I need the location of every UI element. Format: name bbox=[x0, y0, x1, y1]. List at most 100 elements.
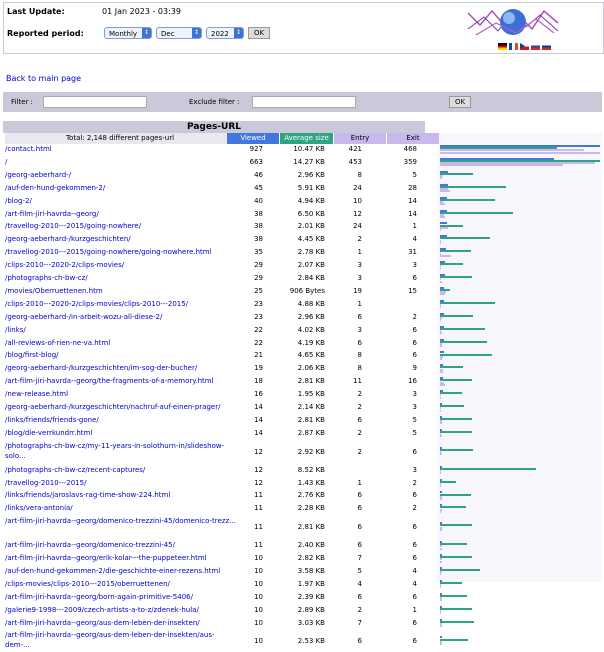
filter-input[interactable] bbox=[43, 96, 147, 108]
back-to-main-link[interactable]: Back to main page bbox=[6, 74, 81, 83]
cell-size: 5.91 KB bbox=[297, 183, 325, 192]
cell-entry: 1 bbox=[357, 299, 362, 308]
page-url-link[interactable]: /georg-aeberhard-/in-arbeit-wozu-all-die… bbox=[5, 312, 237, 323]
cell-viewed: 38 bbox=[254, 209, 263, 218]
cell-size: 2.81 KB bbox=[297, 415, 325, 424]
bar-average-size bbox=[440, 594, 467, 597]
cell-viewed: 10 bbox=[254, 605, 263, 614]
page-url-link[interactable]: /art-film-jiri-havrda--georg/erik-kolar-… bbox=[5, 553, 237, 564]
page-url-link[interactable]: /contact.html bbox=[5, 144, 237, 155]
table-row: /art-film-jiri-havrda--georg/domenico-tr… bbox=[3, 540, 602, 551]
cell-entry: 6 bbox=[357, 491, 362, 500]
cell-entry: 4 bbox=[357, 579, 362, 588]
bar-exit bbox=[440, 177, 442, 180]
table-row: /photographs-ch-bw-cz/29 2.84 KB 3 6 bbox=[3, 273, 602, 284]
page-url-link[interactable]: /travellog-2010---2015/going-nowhere/goi… bbox=[5, 247, 237, 258]
page-url-link[interactable]: /art-film-jiri-havrda--georg/aus-dem-leb… bbox=[5, 618, 237, 629]
page-url-link[interactable]: /links/friends/jaroslavs-rag-time-show-2… bbox=[5, 490, 237, 501]
page-url-link[interactable]: /links/friends/friends-gone/ bbox=[5, 415, 237, 426]
page-url-link[interactable]: /georg-aeberhard-/kurzgeschichten/ bbox=[5, 234, 237, 245]
cell-exit: 1 bbox=[412, 222, 417, 231]
page-url-link[interactable]: /georg-aeberhard-/kurzgeschichten/im-sog… bbox=[5, 363, 237, 374]
page-url-link[interactable]: /georg-aeberhard-/kurzgeschichten/nachru… bbox=[5, 402, 237, 413]
cell-entry: 12 bbox=[353, 209, 362, 218]
page-url-link[interactable]: /movies/Oberruettenen.htm bbox=[5, 286, 237, 297]
page-url-link[interactable]: /photographs-ch-bw-cz/ bbox=[5, 273, 237, 284]
flag-fr-icon[interactable] bbox=[509, 43, 518, 50]
flag-de-icon[interactable] bbox=[498, 43, 507, 50]
cell-exit: 3 bbox=[412, 390, 417, 399]
page-url-link[interactable]: /clips-2010---2020-2/clips-movies/clips-… bbox=[5, 299, 237, 310]
page-url-link[interactable]: / bbox=[5, 157, 237, 168]
cell-entry: 6 bbox=[357, 504, 362, 513]
cell-entry: 2 bbox=[357, 390, 362, 399]
cell-viewed: 35 bbox=[254, 248, 263, 257]
table-row: /clips-2010---2020-2/clips-movies/29 2.07… bbox=[3, 260, 602, 271]
cell-entry: 5 bbox=[357, 566, 362, 575]
page-url-link[interactable]: /travellog-2010---2015/going-nowhere/ bbox=[5, 221, 237, 232]
cell-size: 4.65 KB bbox=[297, 351, 325, 360]
page-url-link[interactable]: /auf-den-hund-gekommen-2/ bbox=[5, 183, 237, 194]
page-url-link[interactable]: /links/ bbox=[5, 325, 237, 336]
page-url-link[interactable]: /new-release.html bbox=[5, 389, 237, 400]
page-url-link[interactable]: /clips-movies/clips-2010---2015/oberruet… bbox=[5, 579, 237, 590]
page-url-link[interactable]: /auf-den-hund-gekommen-2/die-geschichte-… bbox=[5, 566, 237, 577]
bar-average-size bbox=[440, 524, 472, 527]
page-url-link[interactable]: /georg-aeberhard-/ bbox=[5, 170, 237, 181]
table-row: /all-reviews-of-rien-ne-va.html 22 4.19 KB… bbox=[3, 338, 602, 349]
page-url-link[interactable]: /all-reviews-of-rien-ne-va.html bbox=[5, 338, 237, 349]
year-select[interactable]: 2022 ↕ bbox=[206, 27, 244, 39]
flag-cz-icon[interactable] bbox=[520, 43, 529, 50]
page-url-link[interactable]: /clips-2010---2020-2/clips-movies/ bbox=[5, 260, 237, 271]
page-url-link[interactable]: /blog/first-blog/ bbox=[5, 350, 237, 361]
table-row: /links/vera-antonia/11 2.28 KB 6 2 bbox=[3, 503, 602, 514]
col-viewed: Viewed bbox=[227, 133, 279, 144]
table-row: /art-film-jiri-havrda--georg/born-again-… bbox=[3, 592, 602, 603]
cell-exit: 468 bbox=[403, 145, 417, 153]
page-url-link[interactable]: /galerie9-1998---2009/czech-artists-a-to… bbox=[5, 605, 237, 616]
page-url-link[interactable]: /art-film-jiri-havrda--georg/aus-dem-leb… bbox=[5, 630, 237, 652]
month-select[interactable]: Dec ↕ bbox=[156, 27, 202, 39]
period-type-select[interactable]: Monthly ↕ bbox=[104, 27, 152, 39]
cell-exit: 2 bbox=[412, 312, 417, 321]
page-url-link[interactable]: /art-film-jiri-havrda--georg/born-again-… bbox=[5, 592, 237, 603]
page-url-link[interactable]: /links/vera-antonia/ bbox=[5, 503, 237, 514]
table-row: /travellog-2010---2015/12 1.43 KB 1 2 bbox=[3, 478, 602, 489]
filter-ok-button[interactable]: OK bbox=[449, 96, 471, 108]
bar-exit bbox=[440, 472, 442, 475]
bar-exit bbox=[440, 599, 443, 602]
bar-exit bbox=[440, 453, 443, 456]
page-url-link[interactable]: /art-film-jiri-havrda--georg/domenico-tr… bbox=[5, 516, 237, 538]
cell-viewed: 23 bbox=[254, 312, 263, 321]
bar-exit bbox=[440, 306, 441, 309]
bar-exit bbox=[440, 612, 441, 615]
bar-average-size bbox=[440, 506, 466, 509]
cell-entry: 7 bbox=[357, 618, 362, 627]
page-url-link[interactable]: /art-film-jiri-havrda--georg/ bbox=[5, 209, 237, 220]
page-url-link[interactable]: /blog/die-verrkundrr.html bbox=[5, 428, 237, 439]
period-ok-button[interactable]: OK bbox=[248, 27, 270, 39]
page-url-link[interactable]: /travellog-2010---2015/ bbox=[5, 478, 237, 489]
exclude-filter-label: Exclude filter : bbox=[189, 98, 240, 106]
cell-viewed: 10 bbox=[254, 579, 263, 588]
cell-entry: 10 bbox=[353, 196, 362, 205]
exclude-filter-input[interactable] bbox=[252, 96, 356, 108]
cell-exit: 4 bbox=[412, 566, 417, 575]
page-url-link[interactable]: /photographs-ch-bw-cz/recent-captures/ bbox=[5, 465, 237, 476]
flag-sk-icon[interactable] bbox=[531, 43, 540, 50]
bar-average-size bbox=[440, 366, 464, 369]
page-url-link[interactable]: /blog-2/ bbox=[5, 196, 237, 207]
bar-exit bbox=[440, 435, 442, 438]
page-url-link[interactable]: /art-film-jiri-havrda--georg/domenico-tr… bbox=[5, 540, 237, 551]
cell-exit: 6 bbox=[412, 325, 417, 334]
flag-ru-icon[interactable] bbox=[542, 43, 551, 50]
cell-exit: 2 bbox=[412, 504, 417, 513]
bar-average-size bbox=[440, 569, 481, 572]
cell-exit: 3 bbox=[412, 465, 417, 474]
pages-url-title: Pages-URL bbox=[3, 121, 425, 133]
cell-size: 2.28 KB bbox=[297, 504, 325, 513]
page-url-link[interactable]: /art-film-jiri-havrda--georg/the-fragmen… bbox=[5, 376, 237, 387]
cell-entry: 7 bbox=[357, 554, 362, 562]
bar-exit bbox=[440, 216, 445, 219]
page-url-link[interactable]: /photographs-ch-bw-cz/my-11-years-in-sol… bbox=[5, 441, 237, 463]
